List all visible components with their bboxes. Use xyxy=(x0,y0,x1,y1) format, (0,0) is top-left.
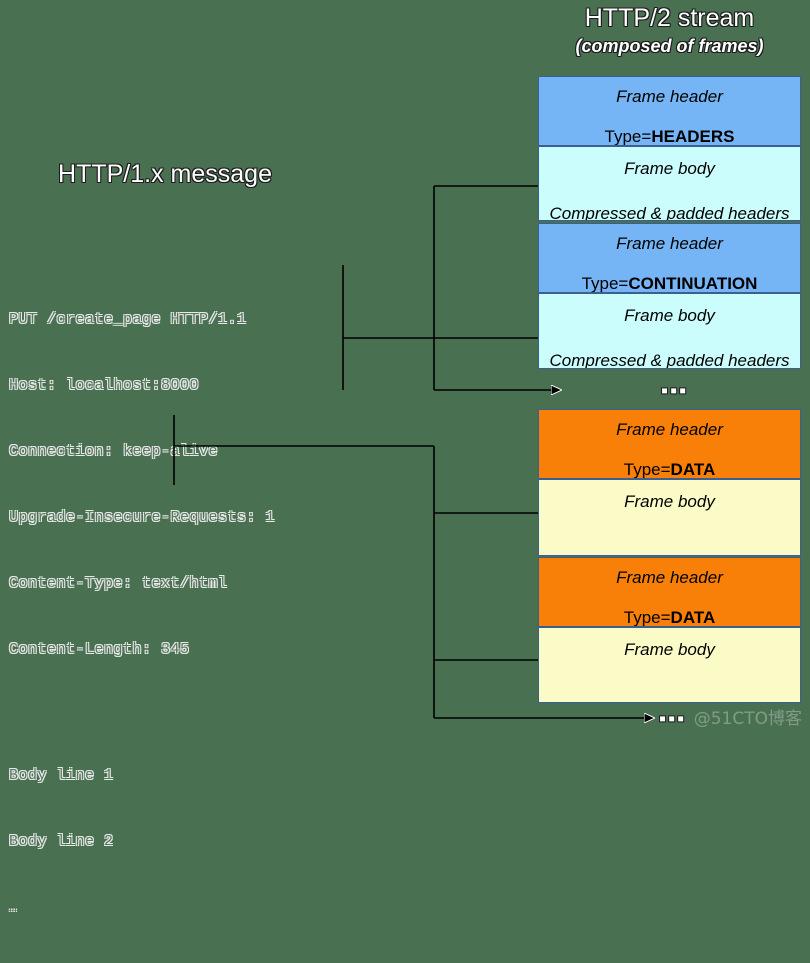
frame-type-prefix: Type= xyxy=(623,608,671,627)
http1x-message-title: HTTP/1.x message xyxy=(58,160,272,188)
frame-type-value: CONTINUATION xyxy=(628,274,758,293)
headers-ellipsis: ▪▪▪ xyxy=(661,380,689,402)
message-line: Upgrade-Insecure-Requests: 1 xyxy=(9,509,276,526)
frame-type-continuation: Type=CONTINUATION xyxy=(539,275,800,292)
http1x-message-text: PUT /create_page HTTP/1.1 Host: localhos… xyxy=(9,265,275,963)
frame-header-label: Frame header xyxy=(616,234,723,253)
frame-header-continuation: Frame header Type=CONTINUATION xyxy=(538,223,801,293)
frame-body-data-2: Frame body xyxy=(538,627,801,703)
message-line: Host: localhost:8000 xyxy=(9,377,200,394)
message-line: Content-Length: 345 xyxy=(9,641,190,658)
frame-body-label: Frame body xyxy=(624,306,715,325)
frame-header-data-2: Frame header Type=DATA xyxy=(538,557,801,627)
message-body-line: Body line 1 xyxy=(9,767,114,784)
frame-header-label: Frame header xyxy=(616,87,723,106)
frame-header-label: Frame header xyxy=(616,568,723,587)
frame-type-data: Type=DATA xyxy=(539,609,800,626)
frame-body-sub: Compressed & padded headers xyxy=(549,204,790,221)
frame-type-prefix: Type= xyxy=(604,127,652,146)
frame-body-sub: Compressed & padded headers xyxy=(549,351,790,369)
message-line: PUT /create_page HTTP/1.1 xyxy=(9,311,247,328)
frame-type-value: HEADERS xyxy=(651,127,735,146)
frame-body-label: Frame body xyxy=(624,492,715,511)
frame-header-label: Frame header xyxy=(616,420,723,439)
message-line: Content-Type: text/html xyxy=(9,575,228,592)
frame-body-label: Frame body xyxy=(624,640,715,659)
frame-type-headers: Type=HEADERS xyxy=(539,128,800,145)
diagram-canvas: HTTP/2 stream (composed of frames) HTTP/… xyxy=(0,0,810,915)
message-line: Connection: keep-alive xyxy=(9,443,219,460)
data-ellipsis: ▪▪▪ xyxy=(659,708,687,730)
message-body-ellipsis: … xyxy=(9,900,18,915)
frame-type-prefix: Type= xyxy=(623,460,671,479)
frame-header-data-1: Frame header Type=DATA xyxy=(538,409,801,479)
frame-body-label: Frame body xyxy=(624,159,715,178)
frame-body-continuation: Frame body Compressed & padded headers xyxy=(538,293,801,369)
message-body-line: Body line 2 xyxy=(9,833,114,850)
frame-header-headers: Frame header Type=HEADERS xyxy=(538,76,801,146)
frame-type-prefix: Type= xyxy=(581,274,629,293)
frame-body-data-1: Frame body xyxy=(538,479,801,556)
http2-stream-subtitle: (composed of frames) xyxy=(575,36,764,56)
watermark: @51CTO博客 xyxy=(693,709,802,729)
http2-stream-title: HTTP/2 stream xyxy=(584,4,755,32)
frame-type-value: DATA xyxy=(670,460,716,479)
frame-body-headers: Frame body Compressed & padded headers xyxy=(538,146,801,221)
frame-type-value: DATA xyxy=(670,608,716,627)
frame-type-data: Type=DATA xyxy=(539,461,800,478)
